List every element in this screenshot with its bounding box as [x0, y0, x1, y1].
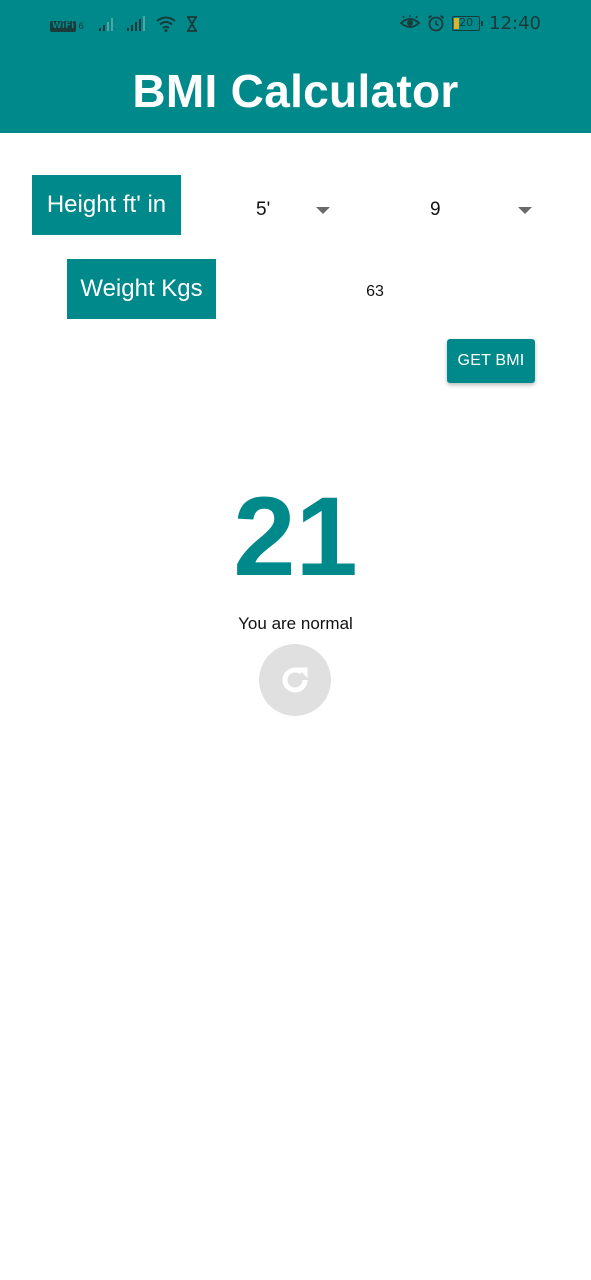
signal-icon [126, 16, 145, 31]
dropdown-arrow-icon [518, 207, 532, 214]
alarm-icon [428, 14, 445, 32]
wifi-calling-icon: WiFi [50, 21, 77, 32]
status-bar-left: WiFi 6 [50, 14, 198, 32]
page-title: BMI Calculator [132, 65, 459, 117]
bmi-result-value: 21 [233, 474, 358, 599]
status-time: 12:40 [489, 12, 541, 34]
status-bar-right: 20 12:40 [400, 11, 541, 35]
height-feet-value: 5' [256, 199, 271, 220]
height-feet-dropdown[interactable]: 5' [240, 190, 340, 230]
get-bmi-button[interactable]: GET BMI [447, 339, 535, 383]
height-label: Height ft' in [32, 175, 181, 235]
refresh-icon [282, 667, 308, 693]
refresh-button[interactable] [259, 644, 331, 716]
battery-icon: 20 [452, 15, 484, 31]
eye-comfort-icon [400, 15, 421, 28]
weight-label: Weight Kgs [67, 259, 216, 319]
wifi-calling-subscript: 6 [78, 22, 84, 32]
hourglass-icon [186, 16, 197, 32]
signal-icon [98, 18, 113, 31]
status-bar: WiFi 6 20 12:40 [0, 0, 591, 46]
height-inches-value: 9 [430, 199, 441, 220]
battery-level: 20 [459, 15, 474, 29]
app-bar: BMI Calculator [0, 46, 591, 133]
weight-input[interactable] [300, 276, 450, 308]
height-inches-dropdown[interactable]: 9 [405, 190, 540, 230]
bmi-result-message: You are normal [238, 614, 353, 633]
wifi-icon [156, 16, 176, 32]
dropdown-arrow-icon [316, 207, 330, 214]
